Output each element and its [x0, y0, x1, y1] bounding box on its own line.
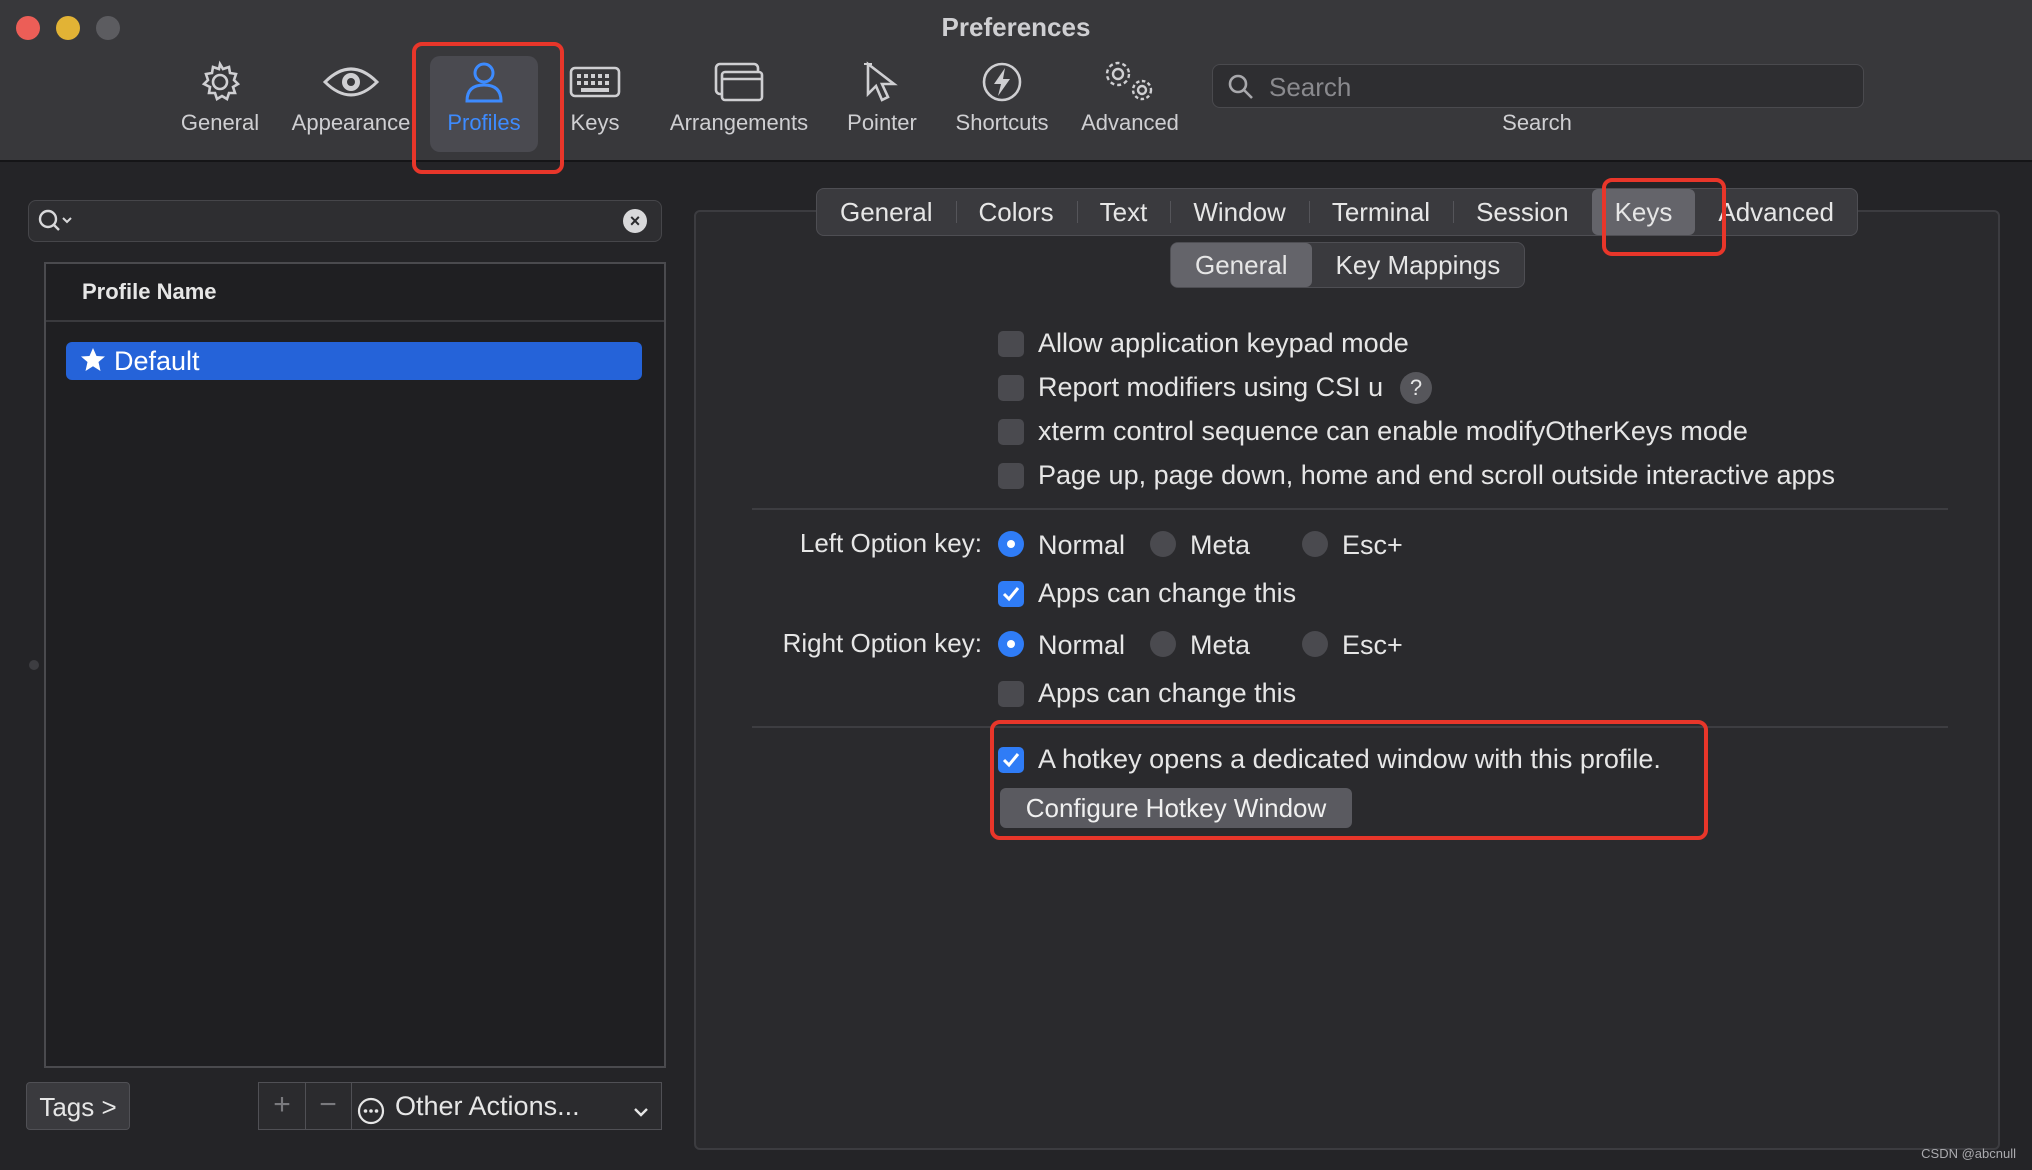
search-caption: Search [1502, 110, 1572, 135]
toolbar-arrangements-label: Arrangements [669, 110, 809, 135]
star-icon [80, 345, 106, 383]
page-scroll-checkbox[interactable] [998, 463, 1024, 489]
left-option-esc-radio[interactable] [1302, 531, 1328, 557]
keys-subtab-bar: General Key Mappings [1170, 242, 1526, 288]
other-actions-menu[interactable]: Other Actions... [351, 1083, 661, 1129]
right-option-esc-radio[interactable] [1302, 631, 1328, 657]
toolbar-advanced-label: Advanced [1081, 110, 1179, 135]
tab-advanced[interactable]: Advanced [1695, 189, 1857, 235]
window-title: Preferences [941, 12, 1091, 42]
remove-profile-button[interactable]: − [305, 1083, 352, 1129]
watermark: CSDN @abcnull [1921, 1146, 2016, 1161]
subtab-general[interactable]: General [1171, 243, 1312, 287]
keyboard-icon [556, 56, 634, 108]
search-options-icon[interactable] [37, 207, 77, 240]
left-apps-can-change-checkbox[interactable] [998, 581, 1024, 607]
gear-icon [174, 56, 266, 108]
profile-actions-bar: + − Other Actions... [258, 1082, 662, 1130]
right-option-meta-radio[interactable] [1150, 631, 1176, 657]
help-icon[interactable]: ? [1400, 372, 1432, 404]
subtab-key-mappings[interactable]: Key Mappings [1312, 243, 1525, 287]
left-option-meta-label: Meta [1190, 530, 1251, 560]
left-option-meta-radio[interactable] [1150, 531, 1176, 557]
toolbar-profiles-label: Profiles [447, 110, 521, 135]
tab-terminal[interactable]: Terminal [1308, 189, 1453, 235]
page-scroll-label: Page up, page down, home and end scroll … [1038, 460, 1836, 490]
left-option-key-label: Left Option key: [799, 528, 982, 558]
modify-other-keys-checkbox[interactable] [998, 419, 1024, 445]
chevron-down-icon [631, 1093, 651, 1139]
toolbar-shortcuts-label: Shortcuts [955, 110, 1049, 135]
hotkey-window-label: A hotkey opens a dedicated window with t… [1038, 744, 1661, 774]
search-icon [1227, 73, 1255, 106]
window-stack-icon [660, 56, 818, 108]
preferences-window: Preferences General Appearance Profiles … [0, 0, 2032, 1170]
toolbar-pointer-label: Pointer [847, 110, 917, 135]
toolbar-pointer[interactable]: Pointer [842, 56, 922, 152]
tab-general[interactable]: General [817, 189, 956, 235]
add-profile-button[interactable]: + [259, 1083, 306, 1129]
pointer-icon [842, 56, 922, 108]
toolbar-general[interactable]: General [174, 56, 266, 152]
preferences-search-field[interactable] [1212, 64, 1864, 108]
right-option-normal-radio[interactable] [998, 631, 1024, 657]
modify-other-keys-label: xterm control sequence can enable modify… [1038, 416, 1748, 446]
right-apps-can-change-checkbox[interactable] [998, 681, 1024, 707]
gears-icon [1076, 56, 1184, 108]
toolbar-arrangements[interactable]: Arrangements [660, 56, 818, 152]
profile-search-field[interactable]: × [28, 200, 662, 242]
right-option-key-label: Right Option key: [782, 628, 982, 658]
toolbar-keys-label: Keys [570, 110, 620, 135]
other-actions-label: Other Actions... [395, 1091, 580, 1121]
profile-tab-bar: General Colors Text Window Terminal Sess… [816, 188, 1859, 236]
ellipsis-circle-icon [357, 1093, 385, 1139]
right-option-meta-label: Meta [1190, 630, 1251, 660]
profile-name-column-header[interactable]: Profile Name [46, 264, 664, 322]
eye-icon [286, 56, 416, 108]
right-option-esc-label: Esc+ [1342, 630, 1403, 660]
tab-window[interactable]: Window [1170, 189, 1308, 235]
toolbar-advanced[interactable]: Advanced [1076, 56, 1184, 152]
tab-keys[interactable]: Keys [1591, 189, 1696, 235]
profile-list: Profile Name Default [44, 262, 666, 1068]
lightning-icon [948, 56, 1056, 108]
right-apps-can-change-label: Apps can change this [1038, 678, 1297, 708]
toolbar-general-label: General [180, 110, 260, 135]
tab-session[interactable]: Session [1453, 189, 1592, 235]
left-option-normal-label: Normal [1038, 530, 1126, 560]
person-icon [430, 56, 538, 108]
split-view-handle[interactable] [29, 660, 39, 670]
search-input[interactable] [1267, 67, 1851, 107]
left-apps-can-change-label: Apps can change this [1038, 578, 1297, 608]
profile-name: Default [114, 346, 200, 376]
left-option-normal-radio[interactable] [998, 531, 1024, 557]
hotkey-window-checkbox[interactable] [998, 747, 1024, 773]
left-option-esc-label: Esc+ [1342, 530, 1403, 560]
csi-u-label: Report modifiers using CSI u [1038, 372, 1384, 402]
profile-row-default[interactable]: Default [66, 342, 642, 380]
tab-colors[interactable]: Colors [955, 189, 1077, 235]
toolbar-shortcuts[interactable]: Shortcuts [948, 56, 1056, 152]
keypad-mode-checkbox[interactable] [998, 331, 1024, 357]
toolbar: Preferences General Appearance Profiles … [0, 0, 2032, 162]
toolbar-appearance-label: Appearance [291, 110, 411, 135]
toolbar-profiles[interactable]: Profiles [430, 56, 538, 152]
csi-u-checkbox[interactable] [998, 375, 1024, 401]
section-divider [752, 726, 1948, 728]
section-divider [752, 508, 1948, 510]
keypad-mode-label: Allow application keypad mode [1038, 328, 1409, 358]
tab-text[interactable]: Text [1076, 189, 1171, 235]
toolbar-appearance[interactable]: Appearance [286, 56, 416, 152]
tags-button[interactable]: Tags > [26, 1082, 130, 1130]
toolbar-keys[interactable]: Keys [556, 56, 634, 152]
clear-search-icon[interactable]: × [623, 209, 647, 233]
configure-hotkey-window-button[interactable]: Configure Hotkey Window [1000, 788, 1352, 828]
right-option-normal-label: Normal [1038, 630, 1126, 660]
